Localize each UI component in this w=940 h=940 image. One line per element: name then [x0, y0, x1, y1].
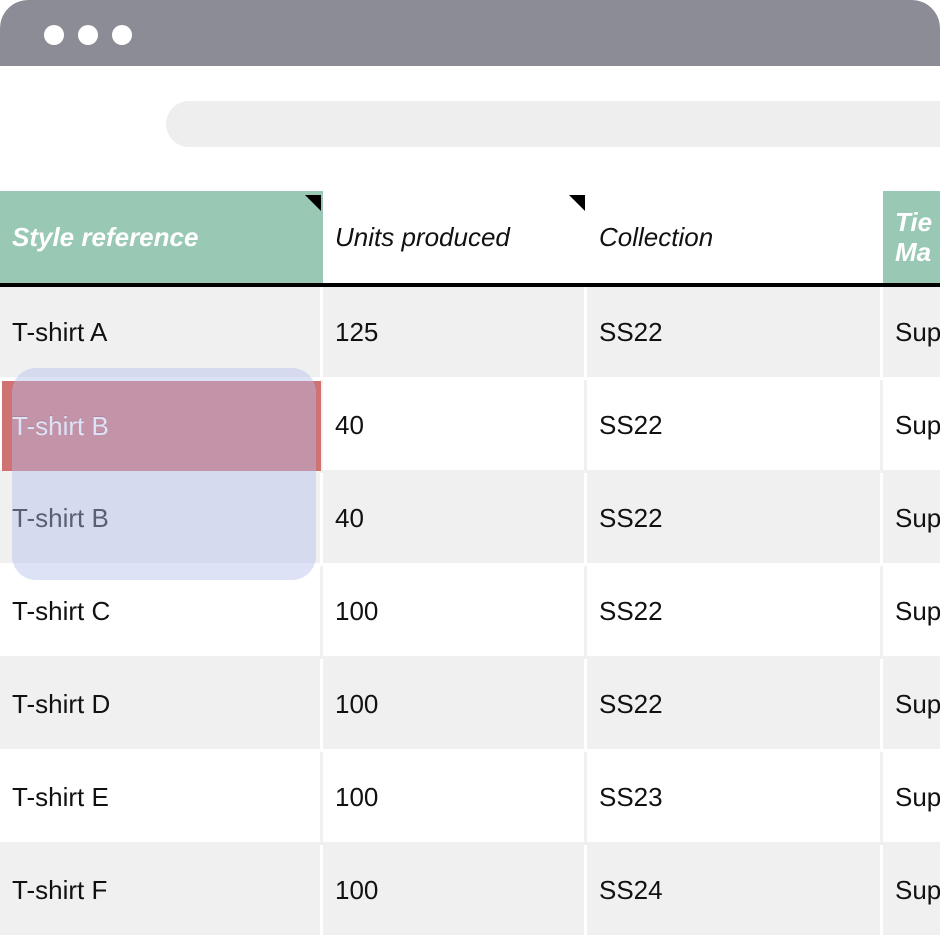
cell-text: T-shirt E: [12, 781, 109, 812]
cell-text: 100: [335, 595, 379, 626]
cell-text: T-shirt A: [12, 316, 108, 347]
cell-collection[interactable]: SS24: [587, 845, 883, 938]
cell-tier[interactable]: Sup: [883, 659, 940, 752]
cell-text: 100: [335, 688, 379, 719]
header-collection[interactable]: Collection: [587, 191, 883, 283]
address-bar[interactable]: [166, 101, 940, 147]
header-row: Style reference Units produced Collectio…: [0, 191, 940, 283]
cell-text: SS22: [599, 595, 663, 626]
header-label-line2: Ma: [895, 237, 932, 267]
note-corner-icon: [569, 195, 585, 211]
window-dot-icon[interactable]: [112, 25, 132, 45]
cell-style[interactable]: T-shirt D: [0, 659, 323, 752]
browser-window: Style reference Units produced Collectio…: [0, 0, 940, 940]
cell-style[interactable]: T-shirt E: [0, 752, 323, 845]
cell-units[interactable]: 100: [323, 659, 587, 752]
cell-text: SS22: [599, 502, 663, 533]
cell-tier[interactable]: Sup: [883, 566, 940, 659]
cell-collection[interactable]: SS22: [587, 566, 883, 659]
cell-collection[interactable]: SS22: [587, 473, 883, 566]
title-bar: [0, 0, 940, 66]
table-row: T-shirt A 125 SS22 Sup: [0, 287, 940, 380]
cell-tier[interactable]: Sup: [883, 752, 940, 845]
cell-text: Sup: [895, 595, 940, 626]
drag-selection-overlay[interactable]: [12, 368, 316, 580]
cell-text: Sup: [895, 409, 940, 440]
cell-collection[interactable]: SS22: [587, 287, 883, 380]
cell-units[interactable]: 40: [323, 380, 587, 473]
cell-collection[interactable]: SS23: [587, 752, 883, 845]
cell-units[interactable]: 100: [323, 845, 587, 938]
cell-text: SS22: [599, 316, 663, 347]
header-label: Collection: [599, 221, 714, 252]
header-label-line1: Tie: [895, 207, 933, 237]
cell-text: 40: [335, 502, 364, 533]
table-row: T-shirt F 100 SS24 Sup: [0, 845, 940, 938]
cell-units[interactable]: 100: [323, 566, 587, 659]
cell-text: SS24: [599, 874, 663, 905]
cell-text: Sup: [895, 502, 940, 533]
cell-text: T-shirt F: [12, 874, 108, 905]
cell-tier[interactable]: Sup: [883, 380, 940, 473]
cell-text: 100: [335, 781, 379, 812]
header-label: Style reference: [12, 221, 199, 252]
cell-style[interactable]: T-shirt F: [0, 845, 323, 938]
cell-style[interactable]: T-shirt A: [0, 287, 323, 380]
cell-tier[interactable]: Sup: [883, 845, 940, 938]
cell-text: 40: [335, 409, 364, 440]
window-dot-icon[interactable]: [78, 25, 98, 45]
window-dot-icon[interactable]: [44, 25, 64, 45]
cell-text: Sup: [895, 874, 940, 905]
cell-text: T-shirt D: [12, 688, 111, 719]
cell-text: SS22: [599, 409, 663, 440]
cell-units[interactable]: 100: [323, 752, 587, 845]
cell-text: 125: [335, 316, 379, 347]
cell-collection[interactable]: SS22: [587, 380, 883, 473]
note-corner-icon: [305, 195, 321, 211]
cell-text: SS22: [599, 688, 663, 719]
cell-tier[interactable]: Sup: [883, 473, 940, 566]
header-style-reference[interactable]: Style reference: [0, 191, 323, 283]
header-label: Units produced: [335, 221, 510, 252]
cell-text: 100: [335, 874, 379, 905]
cell-text: Sup: [895, 316, 940, 347]
cell-collection[interactable]: SS22: [587, 659, 883, 752]
header-units-produced[interactable]: Units produced: [323, 191, 587, 283]
cell-units[interactable]: 125: [323, 287, 587, 380]
cell-tier[interactable]: Sup: [883, 287, 940, 380]
cell-units[interactable]: 40: [323, 473, 587, 566]
table-row: T-shirt D 100 SS22 Sup: [0, 659, 940, 752]
cell-text: Sup: [895, 688, 940, 719]
cell-text: SS23: [599, 781, 663, 812]
header-tier[interactable]: Tie Ma: [883, 191, 940, 283]
cell-text: T-shirt C: [12, 595, 111, 626]
table-row: T-shirt E 100 SS23 Sup: [0, 752, 940, 845]
cell-text: Sup: [895, 781, 940, 812]
